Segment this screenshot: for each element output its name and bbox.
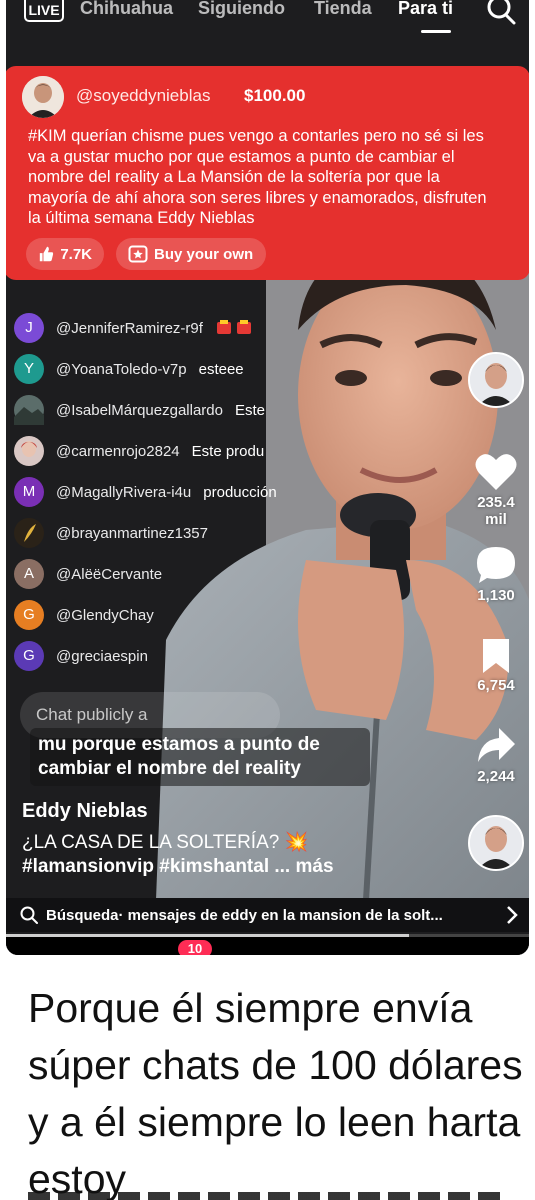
chat-username[interactable]: @JenniferRamirez-r9f <box>56 320 203 337</box>
top-nav: LIVE Chihuahua Siguiendo Tienda Para ti <box>6 0 529 40</box>
sound-avatar-icon <box>470 817 522 869</box>
search-icon[interactable] <box>484 0 520 30</box>
share-count: 2,244 <box>477 768 515 785</box>
comment-count: 1,130 <box>477 587 515 604</box>
creator-avatar-icon <box>470 354 522 406</box>
chat-text: producción <box>203 483 277 501</box>
super-chat-message: #KIM querían chisme pues vengo a contarl… <box>28 127 487 227</box>
cut-off-text-line <box>28 1192 508 1200</box>
chat-message[interactable]: J @JenniferRamirez-r9f <box>14 313 255 343</box>
avatar[interactable]: Y <box>14 354 44 384</box>
feather-avatar-icon <box>24 524 36 542</box>
post-author[interactable]: Eddy Nieblas <box>22 800 148 823</box>
person-avatar-icon <box>21 441 37 457</box>
chat-message[interactable]: G @GlendyChay <box>14 600 166 630</box>
search-query: · mensajes de eddy en la mansion de la s… <box>118 906 443 924</box>
hashtags[interactable]: #lamansionvip #kimshantal <box>22 856 269 877</box>
buy-your-own-label: Buy your own <box>154 245 254 263</box>
heart-icon <box>475 454 517 490</box>
avatar[interactable] <box>22 76 64 118</box>
like-count: 235.4 mil <box>477 494 515 528</box>
super-chat-likes: 7.7K <box>60 245 92 263</box>
active-tab-indicator <box>421 30 451 33</box>
super-chat-username[interactable]: @soyeddynieblas <box>76 86 210 106</box>
bottom-nav: 10 <box>6 937 529 955</box>
landscape-avatar-icon <box>14 407 44 425</box>
user-avatar-icon <box>22 76 64 118</box>
search-suggestion-bar[interactable]: Búsqueda · mensajes de eddy en la mansio… <box>6 898 529 932</box>
avatar[interactable] <box>14 518 44 548</box>
chat-username[interactable]: @GlendyChay <box>56 607 154 624</box>
meme-caption: Porque él siempre envía súper chats de 1… <box>28 985 523 1200</box>
post-title: ¿LA CASA DE LA SOLTERÍA? 💥 <box>22 832 309 853</box>
chat-username[interactable]: @YoanaToledo-v7p <box>56 361 187 378</box>
caption-overlay: mu porque estamos a punto de cambiar el … <box>30 728 370 786</box>
tab-para-ti[interactable]: Para ti <box>398 0 453 19</box>
sound-avatar[interactable] <box>468 815 524 871</box>
chat-message[interactable]: G @greciaespin <box>14 641 160 671</box>
chat-message[interactable]: M @MagallyRivera-i4u producción <box>14 477 277 507</box>
share-arrow-icon <box>478 728 515 762</box>
like-button[interactable]: 235.4 mil <box>468 452 524 528</box>
avatar[interactable]: G <box>14 641 44 671</box>
thumbs-up-icon <box>39 246 54 262</box>
chat-username[interactable]: @carmenrojo2824 <box>56 443 180 460</box>
avatar[interactable]: G <box>14 600 44 630</box>
post-hashtags[interactable]: #lamansionvip #kimshantal ... más <box>22 856 334 878</box>
save-button[interactable]: 6,754 <box>468 637 524 694</box>
chat-message[interactable]: @carmenrojo2824 Este produ <box>14 436 264 466</box>
chat-message[interactable]: A @AlëëCervante <box>14 559 174 589</box>
tab-siguiendo[interactable]: Siguiendo <box>198 0 285 19</box>
avatar[interactable]: J <box>14 313 44 343</box>
chat-username[interactable]: @MagallyRivera-i4u <box>56 484 191 501</box>
phone-screen: LIVE Chihuahua Siguiendo Tienda Para ti … <box>6 0 529 955</box>
search-icon <box>20 906 38 924</box>
avatar[interactable]: A <box>14 559 44 589</box>
tab-chihuahua[interactable]: Chihuahua <box>80 0 173 19</box>
share-button[interactable]: 2,244 <box>468 726 524 785</box>
chat-text: esteee <box>198 360 244 378</box>
search-label: Búsqueda <box>46 906 119 924</box>
chat-username[interactable]: @brayanmartinez1357 <box>56 525 208 542</box>
chat-text: Este produ <box>191 442 265 460</box>
comment-icon <box>477 547 515 583</box>
inbox-badge: 10 <box>178 940 212 955</box>
star-box-icon <box>128 245 148 263</box>
more-link[interactable]: ... más <box>274 856 333 877</box>
chat-message[interactable]: Y @YoanaToledo-v7p esteee <box>14 354 244 384</box>
creator-avatar[interactable] <box>468 352 524 408</box>
buy-your-own-button[interactable]: Buy your own <box>116 238 266 270</box>
fire-truck-emoji-icon <box>216 320 251 334</box>
chat-username[interactable]: @greciaespin <box>56 648 148 665</box>
like-pill-button[interactable]: 7.7K <box>26 238 104 270</box>
super-chat-card[interactable]: @soyeddynieblas $100.00 #KIM querían chi… <box>6 66 529 280</box>
super-chat-amount: $100.00 <box>244 86 306 105</box>
avatar[interactable] <box>14 436 44 466</box>
tab-tienda[interactable]: Tienda <box>314 0 372 19</box>
chat-text: Este <box>235 401 266 419</box>
avatar[interactable]: M <box>14 477 44 507</box>
avatar[interactable] <box>14 395 44 425</box>
chevron-right-icon <box>507 906 518 924</box>
save-count: 6,754 <box>477 677 515 694</box>
chat-message[interactable]: @brayanmartinez1357 <box>14 518 220 548</box>
comment-button[interactable]: 1,130 <box>468 545 524 604</box>
chat-message[interactable]: @IsabelMárquezgallardo Este <box>14 395 265 425</box>
live-button[interactable]: LIVE <box>24 0 64 22</box>
bookmark-icon <box>483 639 509 673</box>
chat-username[interactable]: @IsabelMárquezgallardo <box>56 402 223 419</box>
chat-username[interactable]: @AlëëCervante <box>56 566 162 583</box>
